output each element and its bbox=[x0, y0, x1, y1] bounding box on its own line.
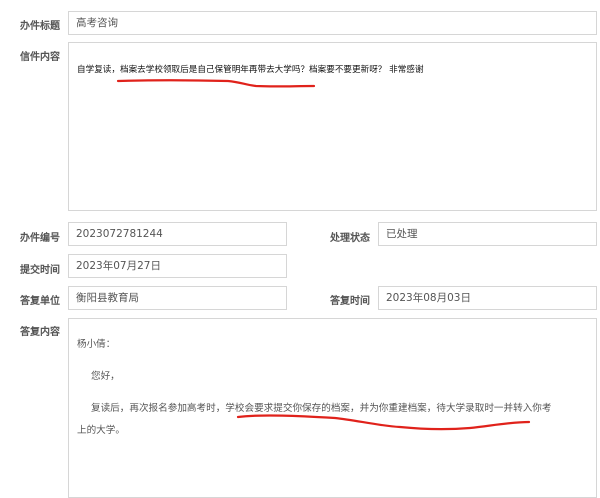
reply-unit-field[interactable]: 衡阳县教育局 bbox=[68, 286, 287, 310]
submit-time-field[interactable]: 2023年07月27日 bbox=[68, 254, 287, 278]
letter-text: 自学复读，档案去学校领取后是自己保管明年再带去大学吗？档案要不要更新呀？ 非常感… bbox=[77, 65, 424, 75]
reply-body-line-1: 复读后，再次报名参加高考时，学校会要求提交你保存的档案，并为你重建档案，待大学录… bbox=[91, 403, 552, 414]
title-label: 办件标题 bbox=[20, 21, 60, 32]
case-number-label: 办件编号 bbox=[20, 233, 60, 244]
reply-time-field[interactable]: 2023年08月03日 bbox=[378, 286, 597, 310]
reply-content-box[interactable]: 杨小倩： 您好， 复读后，再次报名参加高考时，学校会要求提交你保存的档案，并为你… bbox=[68, 318, 597, 498]
letter-content-box[interactable]: 自学复读，档案去学校领取后是自己保管明年再带去大学吗？档案要不要更新呀？ 非常感… bbox=[68, 42, 597, 211]
case-number-field[interactable]: 2023072781244 bbox=[68, 222, 287, 246]
reply-time-label: 答复时间 bbox=[330, 296, 370, 307]
title-field[interactable]: 高考咨询 bbox=[68, 11, 597, 35]
status-field[interactable]: 已处理 bbox=[378, 222, 597, 246]
reply-greeting: 您好， bbox=[91, 371, 120, 382]
reply-unit-label: 答复单位 bbox=[20, 296, 60, 307]
reply-salutation: 杨小倩： bbox=[77, 339, 116, 350]
letter-content-label: 信件内容 bbox=[20, 52, 60, 63]
reply-content-label: 答复内容 bbox=[20, 327, 60, 338]
status-label: 处理状态 bbox=[330, 233, 370, 244]
submit-time-label: 提交时间 bbox=[20, 265, 60, 276]
reply-body-line-2: 上的大学。 bbox=[77, 425, 125, 436]
